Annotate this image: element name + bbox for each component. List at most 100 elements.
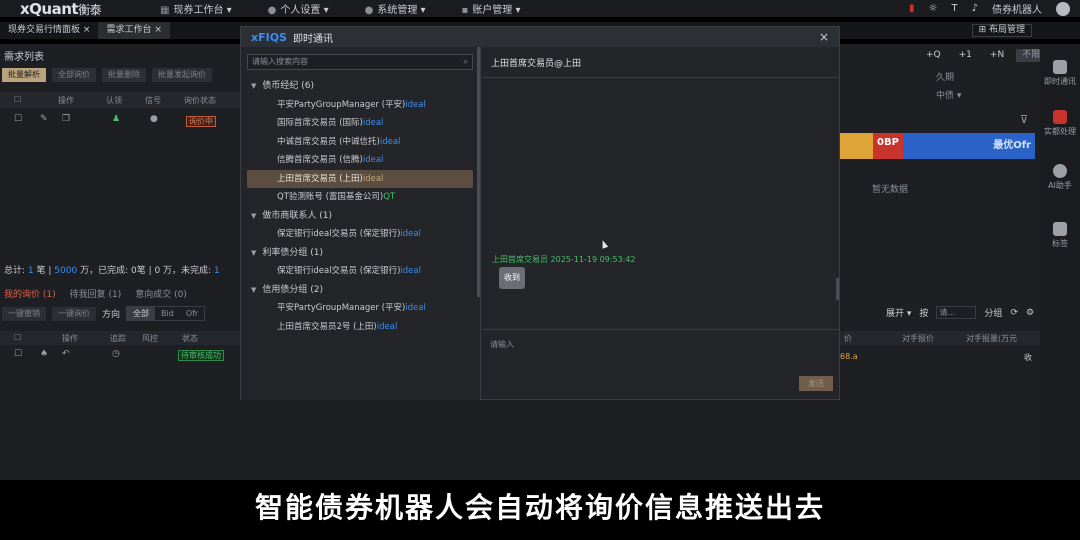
right-grid-header: 价 对手报价 对手报量(万元: [840, 331, 1040, 345]
tab-my-inquiry[interactable]: 我的询价 (1): [4, 287, 56, 300]
tab-market-panel[interactable]: 现券交易行情面板 ×: [0, 22, 98, 39]
demand-grid-header: ☐ 操作 认领 信号 询价状态: [0, 92, 240, 108]
summary-stats: 总计: 1 笔 | 5000 万，已完成: 0笔 | 0 万，未完成: 1: [4, 266, 220, 276]
nav-item-personal-settings[interactable]: ● 个人设置 ▾: [268, 1, 329, 16]
copy-icon[interactable]: ❐: [62, 114, 70, 124]
caret-down-icon[interactable]: ▼: [251, 286, 256, 294]
inquiry-grid-header: ☐ 操作 追踪 风控 状态: [0, 331, 240, 345]
search-input[interactable]: 请输入搜索内容 ⌕: [247, 54, 473, 70]
contact-group[interactable]: ▼ 做市商联系人 (1): [247, 207, 473, 226]
card-icon: ▪: [461, 5, 469, 16]
scrollbar[interactable]: [836, 278, 839, 300]
dock-im[interactable]: 即时通讯: [1040, 60, 1080, 87]
nav-item-bond-workbench[interactable]: ▦ 现券工作台 ▾: [160, 1, 232, 16]
contact-group[interactable]: ▼ 信用债分组 (2): [247, 281, 473, 300]
search-icon[interactable]: ⌕: [464, 55, 468, 69]
chat-pane: 上田首席交易员@上田 上田首席交易员 2025-11-19 09:53:42 收…: [482, 47, 839, 400]
inquire-one-click-button[interactable]: 一键询价: [52, 306, 96, 321]
filter-icon[interactable]: ⊽: [1020, 113, 1028, 126]
nav-item-account-management[interactable]: ▪ 账户管理 ▾: [462, 1, 521, 16]
tab-intent-deal[interactable]: 意向成交 (0): [135, 287, 187, 300]
duration-selector[interactable]: 中债 ▾: [936, 88, 961, 101]
contact-item[interactable]: 中诚首席交易员 (中诚信托)ideal: [247, 133, 473, 152]
edit-icon[interactable]: ✎: [40, 114, 48, 124]
contact-item[interactable]: 保定银行ideal交易员 (保定银行)ideal: [247, 262, 473, 281]
scrollbar[interactable]: [477, 47, 480, 297]
chat-title: 上田首席交易员@上田: [491, 59, 582, 69]
contact-item[interactable]: 平安PartyGroupManager (平安)ideal: [247, 299, 473, 318]
user-name[interactable]: 债券机器人: [992, 1, 1042, 16]
tab-demand-workbench[interactable]: 需求工作台 ×: [98, 22, 170, 39]
no-data-text: 暂无数据: [872, 185, 909, 195]
caret-down-icon[interactable]: ▼: [251, 249, 256, 257]
direction-all[interactable]: 全部: [127, 307, 156, 320]
expand-button[interactable]: 展开 ▾: [886, 306, 911, 319]
top-bar: xQuant衡泰 ▦ 现券工作台 ▾ ● 个人设置 ▾ ● 系统管理 ▾ ▪ 账户管理 …: [0, 0, 1080, 18]
checkbox[interactable]: ☐: [14, 349, 22, 359]
demand-actions: 批量解析 全部询价 批量删除 批量发起询价: [2, 68, 212, 82]
caret-down-icon[interactable]: ▼: [251, 82, 256, 90]
caret-down-icon[interactable]: ▼: [251, 212, 256, 220]
direction-bid[interactable]: Bid: [155, 307, 180, 320]
checkbox[interactable]: ☐: [14, 114, 22, 124]
checkbox[interactable]: ☐: [14, 333, 21, 342]
filter-n[interactable]: +N: [984, 49, 1010, 62]
close-icon[interactable]: ×: [154, 25, 162, 35]
send-button[interactable]: 发送: [799, 376, 833, 391]
gear-icon[interactable]: ⚙: [1026, 308, 1034, 318]
undo-icon[interactable]: ↶: [62, 349, 70, 359]
price-value: 68.a: [840, 352, 858, 361]
right-quick-filters: +Q +1 +N 不限: [920, 49, 1047, 62]
filter-1[interactable]: +1: [953, 49, 978, 62]
dock-process[interactable]: 实都处理: [1040, 110, 1080, 137]
signal-icon[interactable]: ▮: [909, 3, 915, 14]
dialog-header: xFIQS 即时通讯 ×: [241, 27, 839, 47]
group-select[interactable]: 请...: [936, 306, 977, 319]
avatar[interactable]: [1056, 1, 1070, 16]
batch-delete-button[interactable]: 批量删除: [102, 68, 146, 82]
contact-item[interactable]: 上田首席交易员2号 (上田)ideal: [247, 318, 473, 337]
layout-manage-button[interactable]: ⊞ 布局管理: [971, 24, 1032, 37]
contact-item[interactable]: 上田首席交易员 (上田)ideal: [247, 169, 473, 188]
checkbox[interactable]: ☐: [14, 95, 21, 104]
inquire-all-button[interactable]: 全部询价: [52, 68, 96, 82]
direction-ofr[interactable]: Ofr: [180, 307, 204, 320]
revoke-all-button[interactable]: 一键撤销: [2, 306, 46, 321]
message-bubble: 收到: [499, 267, 525, 289]
top-right-tools: ▮ ☼ T ♪ 债券机器人: [909, 0, 1070, 17]
signal-dot-icon: ●: [150, 114, 158, 124]
message-meta: 上田首席交易员 2025-11-19 09:53:42: [492, 255, 636, 264]
dock-tags[interactable]: 标签: [1040, 222, 1080, 249]
close-icon[interactable]: ×: [819, 30, 829, 44]
row-tail: 收: [1024, 353, 1032, 362]
refresh-icon[interactable]: ⟳: [1010, 308, 1018, 318]
claim-icon[interactable]: ♟: [112, 114, 120, 124]
close-icon[interactable]: ×: [83, 25, 91, 35]
contact-group[interactable]: ▼ 利率债分组 (1): [247, 244, 473, 263]
demand-list-title: 需求列表: [4, 52, 44, 63]
lock-icon[interactable]: ♠: [40, 349, 48, 359]
batch-parse-button[interactable]: 批量解析: [2, 68, 46, 82]
nav-item-system-management[interactable]: ● 系统管理 ▾: [365, 1, 426, 16]
status-badge: 询价中: [186, 116, 216, 127]
batch-inquire-button[interactable]: 批量发起询价: [152, 68, 212, 82]
grid-icon: ▦: [160, 5, 170, 16]
bell-icon[interactable]: ♪: [972, 3, 978, 14]
bookmark-icon: [1053, 222, 1067, 236]
contact-group[interactable]: ▼ 债币经纪 (6): [247, 77, 473, 96]
tab-pending-reply[interactable]: 待我回复 (1): [70, 287, 122, 300]
contact-item[interactable]: 信腾首席交易员 (信腾)ideal: [247, 151, 473, 170]
contact-item[interactable]: 国际首席交易员 (国际)ideal: [247, 114, 473, 133]
contact-item[interactable]: 平安PartyGroupManager (平安)ideal: [247, 96, 473, 115]
contact-item[interactable]: 保定银行ideal交易员 (保定银行)ideal: [247, 225, 473, 244]
dock-ai[interactable]: AI助手: [1040, 164, 1080, 191]
alert-icon: [1053, 110, 1067, 124]
robot-icon: [1053, 164, 1067, 178]
filter-q[interactable]: +Q: [920, 49, 947, 62]
sun-icon[interactable]: ☼: [929, 3, 938, 14]
user-icon: ●: [267, 5, 277, 16]
font-size-icon[interactable]: T: [952, 3, 958, 14]
contact-item[interactable]: QT验测账号 (富国基金公司)QT: [247, 188, 473, 207]
brand-logo: xFIQS: [251, 30, 287, 44]
message-input[interactable]: 请输入: [490, 339, 514, 350]
